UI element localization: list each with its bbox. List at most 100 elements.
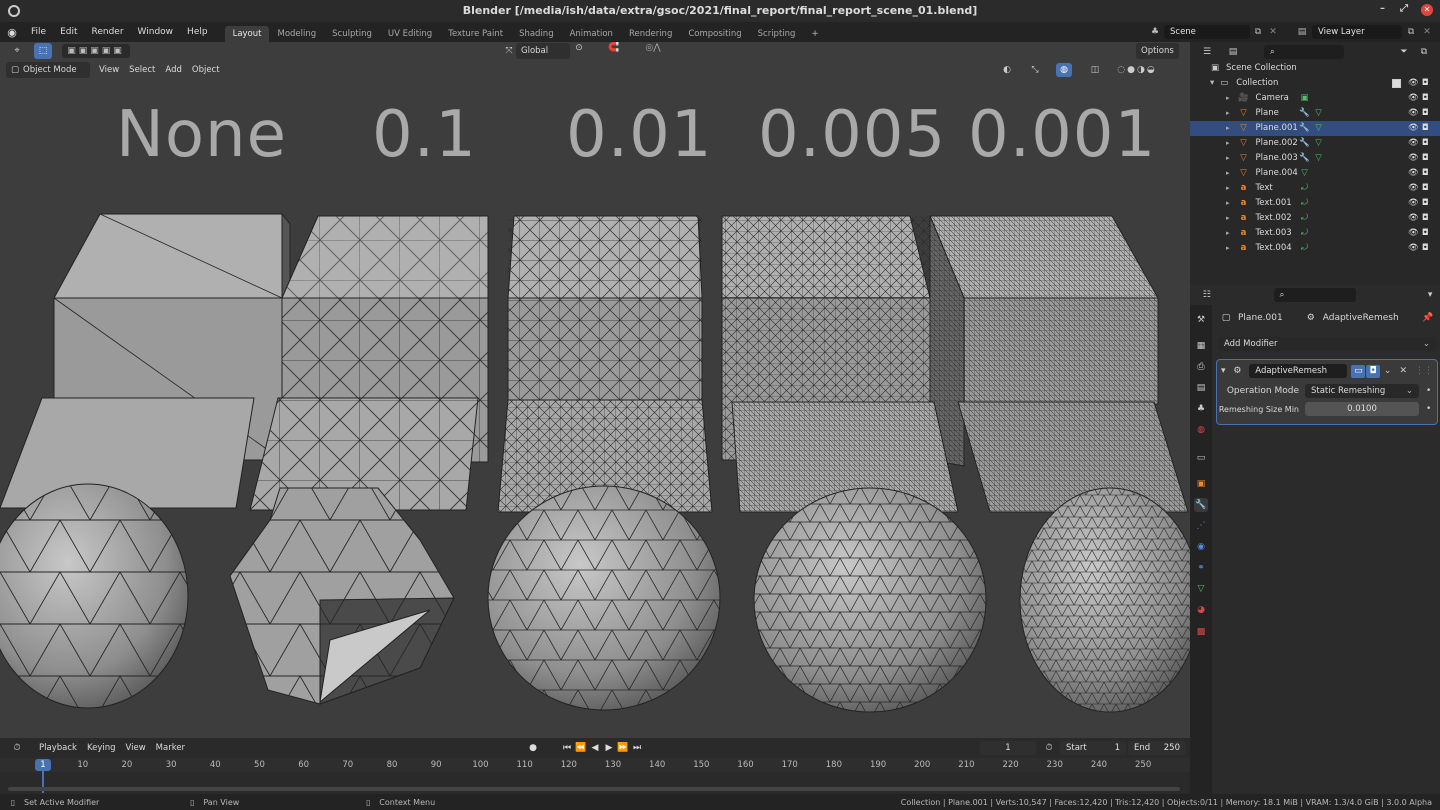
render-camera-icon[interactable]: ◘ bbox=[1422, 166, 1429, 181]
outliner-editor-icon[interactable]: ☰ bbox=[1196, 47, 1218, 57]
data-tab-icon[interactable]: ▽ bbox=[1194, 582, 1208, 596]
collapse-arrow-icon[interactable]: ▾ bbox=[1210, 76, 1214, 91]
timeline-editor-icon[interactable]: ⏱ bbox=[6, 743, 28, 753]
expand-arrow-icon[interactable]: ▸ bbox=[1226, 166, 1230, 181]
outliner-item[interactable]: ▸ a Text.001 ⤾ 👁 ◘ bbox=[1190, 196, 1440, 211]
render-camera-icon[interactable]: ◘ bbox=[1422, 181, 1429, 196]
stopwatch-icon[interactable]: ⏱ bbox=[1042, 743, 1056, 753]
timeline[interactable]: ⏱ Playback Keying View Marker ● ⏮ ⏪ ◀ ▶ … bbox=[0, 738, 1190, 794]
outliner-item[interactable]: ▸ ▽ Plane.003 🔧 ▽ 👁 ◘ bbox=[1190, 151, 1440, 166]
render-camera-icon[interactable]: ◘ bbox=[1422, 226, 1429, 241]
scene-collection-row[interactable]: ▣ Scene Collection bbox=[1190, 61, 1440, 76]
visibility-eye-icon[interactable]: 👁 bbox=[1408, 226, 1419, 241]
collection-row[interactable]: ▾ ▭ Collection 👁 ◘ bbox=[1190, 76, 1440, 91]
tab-sculpting[interactable]: Sculpting bbox=[324, 26, 380, 42]
visibility-eye-icon[interactable]: 👁 bbox=[1408, 136, 1419, 151]
render-camera-icon[interactable]: ◘ bbox=[1422, 106, 1429, 121]
expand-arrow-icon[interactable]: ▸ bbox=[1226, 211, 1230, 226]
tab-compositing[interactable]: Compositing bbox=[680, 26, 749, 42]
collapse-modifier-icon[interactable]: ▾ bbox=[1221, 366, 1226, 376]
record-icon[interactable]: ● bbox=[526, 743, 540, 753]
render-camera-icon[interactable]: ◘ bbox=[1422, 151, 1429, 166]
outliner-item[interactable]: ▸ a Text ⤾ 👁 ◘ bbox=[1190, 181, 1440, 196]
modifier-tab-icon[interactable]: 🔧 bbox=[1194, 498, 1208, 512]
visibility-eye-icon[interactable]: 👁 bbox=[1408, 91, 1419, 106]
close-button[interactable]: ✕ bbox=[1421, 4, 1433, 16]
scene-name-field[interactable]: Scene bbox=[1164, 25, 1250, 39]
menu-edit[interactable]: Edit bbox=[53, 22, 84, 42]
view-layer-field[interactable]: View Layer bbox=[1312, 25, 1402, 39]
object-tab-icon[interactable]: ▣ bbox=[1194, 477, 1208, 491]
new-collection-icon[interactable]: ⧉ bbox=[1414, 47, 1434, 57]
physics-tab-icon[interactable]: ◉ bbox=[1194, 540, 1208, 554]
operation-mode-dropdown[interactable]: Static Remeshing ⌄ bbox=[1305, 384, 1419, 398]
visibility-eye-icon[interactable]: 👁 bbox=[1408, 211, 1419, 226]
material-tab-icon[interactable]: ◕ bbox=[1194, 603, 1208, 617]
menu-window[interactable]: Window bbox=[131, 22, 181, 42]
view-layer-selector[interactable]: ▤ View Layer ⧉ ✕ bbox=[1292, 25, 1434, 39]
outliner[interactable]: ☰ ▤ ⌕ ⏷ ⧉ ▣ Scene Collection ▾ ▭ Collect… bbox=[1190, 42, 1440, 285]
tool-tab-icon[interactable]: ⚒ bbox=[1194, 313, 1208, 327]
new-scene-icon[interactable]: ⧉ bbox=[1250, 27, 1266, 37]
menu-playback[interactable]: Playback bbox=[34, 740, 82, 756]
tab-scripting[interactable]: Scripting bbox=[750, 26, 804, 42]
expand-arrow-icon[interactable]: ▸ bbox=[1226, 196, 1230, 211]
render-camera-icon[interactable]: ◘ bbox=[1422, 76, 1429, 91]
outliner-item[interactable]: ▸ a Text.002 ⤾ 👁 ◘ bbox=[1190, 211, 1440, 226]
render-camera-icon[interactable]: ◘ bbox=[1422, 196, 1429, 211]
display-mode-icon[interactable]: ▤ bbox=[1222, 47, 1244, 57]
drag-handle-icon[interactable]: ⋮⋮ bbox=[1415, 366, 1433, 376]
visibility-eye-icon[interactable]: 👁 bbox=[1408, 241, 1419, 256]
properties-options-icon[interactable]: ▾ bbox=[1424, 290, 1436, 300]
add-workspace-button[interactable]: + bbox=[803, 26, 826, 42]
maximize-button[interactable]: ⤢ bbox=[1400, 3, 1408, 14]
next-keyframe-icon[interactable]: ⏩ bbox=[616, 743, 630, 753]
visibility-eye-icon[interactable]: 👁 bbox=[1408, 151, 1419, 166]
outliner-item[interactable]: ▸ ▽ Plane.001 🔧 ▽ 👁 ◘ bbox=[1190, 121, 1440, 136]
collection-tab-icon[interactable]: ▭ bbox=[1194, 451, 1208, 465]
remove-modifier-icon[interactable]: ✕ bbox=[1399, 366, 1407, 376]
outliner-item[interactable]: ▸ ▽ Plane 🔧 ▽ 👁 ◘ bbox=[1190, 106, 1440, 121]
menu-help[interactable]: Help bbox=[180, 22, 215, 42]
scene-tab-icon[interactable]: ♣ bbox=[1194, 402, 1208, 416]
view-layer-tab-icon[interactable]: ▤ bbox=[1194, 381, 1208, 395]
expand-arrow-icon[interactable]: ▸ bbox=[1226, 121, 1230, 136]
end-frame-field[interactable]: End 250 bbox=[1128, 741, 1186, 755]
filter-icon[interactable]: ⏷ bbox=[1394, 47, 1414, 57]
modifier-name-field[interactable]: AdaptiveRemesh bbox=[1249, 364, 1348, 378]
jump-start-icon[interactable]: ⏮ bbox=[560, 743, 574, 753]
tab-animation[interactable]: Animation bbox=[562, 26, 621, 42]
pin-icon[interactable]: 📌 bbox=[1422, 313, 1434, 323]
visibility-eye-icon[interactable]: 👁 bbox=[1408, 181, 1419, 196]
output-tab-icon[interactable]: ⎙ bbox=[1194, 360, 1208, 374]
minimize-button[interactable]: – bbox=[1380, 3, 1385, 14]
expand-arrow-icon[interactable]: ▸ bbox=[1226, 151, 1230, 166]
play-reverse-icon[interactable]: ◀ bbox=[588, 743, 602, 753]
render-camera-icon[interactable]: ◘ bbox=[1422, 136, 1429, 151]
visibility-eye-icon[interactable]: 👁 bbox=[1408, 121, 1419, 136]
jump-end-icon[interactable]: ⏭ bbox=[630, 743, 644, 753]
render-camera-icon[interactable]: ◘ bbox=[1422, 241, 1429, 256]
menu-render[interactable]: Render bbox=[85, 22, 131, 42]
menu-keying[interactable]: Keying bbox=[82, 740, 121, 756]
render-camera-icon[interactable]: ◘ bbox=[1422, 91, 1429, 106]
visibility-eye-icon[interactable]: 👁 bbox=[1408, 166, 1419, 181]
menu-file[interactable]: File bbox=[24, 22, 53, 42]
start-frame-field[interactable]: Start 1 bbox=[1060, 741, 1126, 755]
particles-tab-icon[interactable]: ⋰ bbox=[1194, 519, 1208, 533]
render-camera-icon[interactable]: ◘ bbox=[1422, 121, 1429, 136]
expand-arrow-icon[interactable]: ▸ bbox=[1226, 226, 1230, 241]
tab-texture-paint[interactable]: Texture Paint bbox=[440, 26, 511, 42]
properties-editor-icon[interactable]: ☷ bbox=[1196, 290, 1218, 300]
current-frame-field[interactable]: 1 bbox=[980, 741, 1036, 755]
outliner-item[interactable]: ▸ 🎥 Camera ▣ 👁 ◘ bbox=[1190, 91, 1440, 106]
menu-marker[interactable]: Marker bbox=[151, 740, 190, 756]
properties-search[interactable]: ⌕ bbox=[1273, 288, 1357, 302]
blender-menu-icon[interactable]: ◉ bbox=[0, 22, 24, 42]
show-render-icon[interactable]: ◘ bbox=[1366, 364, 1380, 378]
scene-selector[interactable]: ♣ Scene ⧉ ✕ bbox=[1146, 25, 1280, 39]
tab-layout[interactable]: Layout bbox=[224, 26, 270, 42]
outliner-item[interactable]: ▸ a Text.004 ⤾ 👁 ◘ bbox=[1190, 241, 1440, 256]
expand-arrow-icon[interactable]: ▸ bbox=[1226, 181, 1230, 196]
properties-editor[interactable]: ☷ ⌕ ▾ ⚒ ▦ ⎙ ▤ ♣ ◍ ▭ ▣ 🔧 ⋰ ◉ ⚭ ▽ ◕ ▩ ▢ Pl… bbox=[1190, 285, 1440, 794]
